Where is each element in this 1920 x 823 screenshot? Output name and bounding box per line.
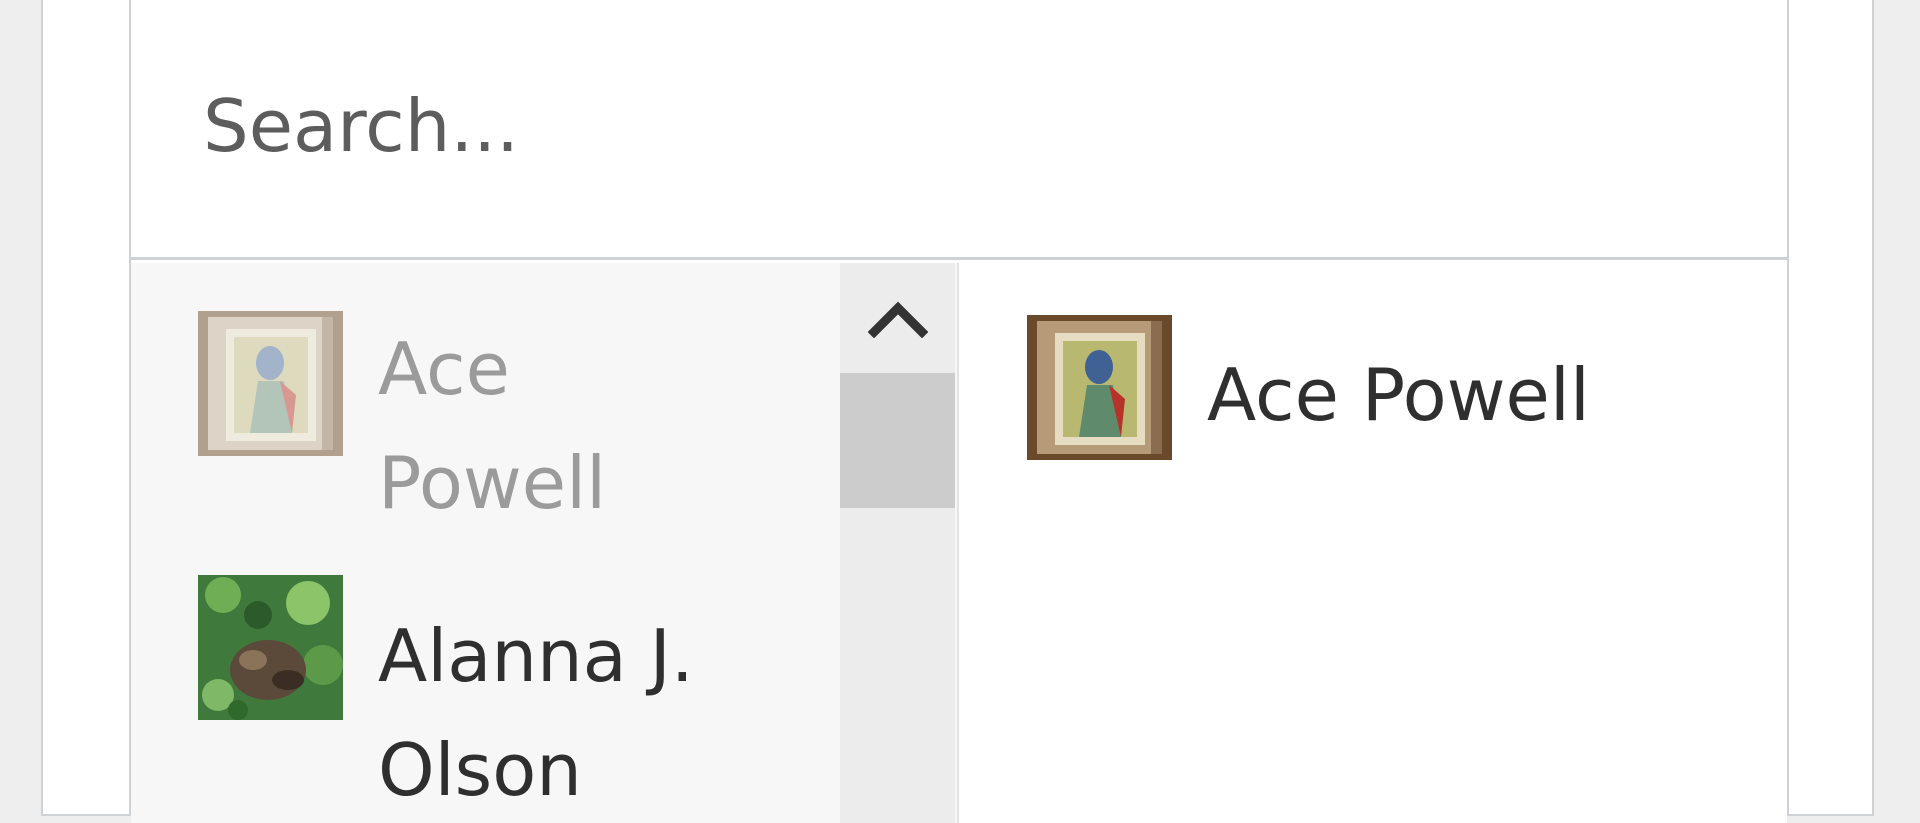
scroll-thumb[interactable] [840,373,955,508]
chosen-list: Ace Powell [957,263,1787,823]
list-item[interactable]: Alanna J. Olson [198,575,818,823]
framed-portrait-thumbnail [1027,315,1172,460]
chevron-up-icon [867,301,928,338]
foliage-thumbnail [198,575,343,720]
search-area [131,0,1787,260]
chosen-item[interactable]: Ace Powell [1027,315,1590,460]
search-input[interactable] [203,66,1603,186]
chosen-item-label: Ace Powell [1207,353,1590,437]
list-item-label: Ace Powell [378,327,607,525]
list-item[interactable]: Ace Powell [198,263,818,541]
author-picker: Ace Powell Alanna J. Olson [129,0,1789,823]
scrollbar[interactable] [840,263,955,823]
framed-portrait-thumbnail [198,311,343,456]
scroll-up-button[interactable] [840,263,955,373]
available-list: Ace Powell Alanna J. Olson [131,263,957,823]
list-item-label: Alanna J. Olson [378,614,694,812]
